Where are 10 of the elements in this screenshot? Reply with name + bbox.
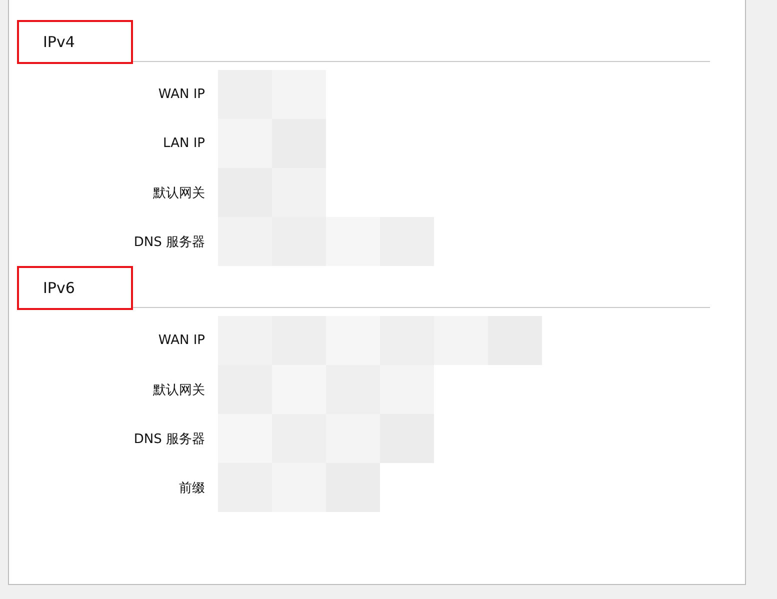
field-label: WAN IP (157, 333, 205, 348)
field-label: 默认网关 (152, 184, 205, 202)
section-title: IPv6 (17, 266, 133, 310)
section-title: IPv4 (17, 20, 133, 64)
field-label: DNS 服务器 (132, 430, 205, 448)
field-label: WAN IP (157, 87, 205, 102)
field-label: DNS 服务器 (132, 234, 205, 250)
field-label: 默认网关 (152, 382, 205, 398)
field-label: LAN IP (162, 136, 205, 151)
field-label: 前缀 (178, 480, 205, 496)
